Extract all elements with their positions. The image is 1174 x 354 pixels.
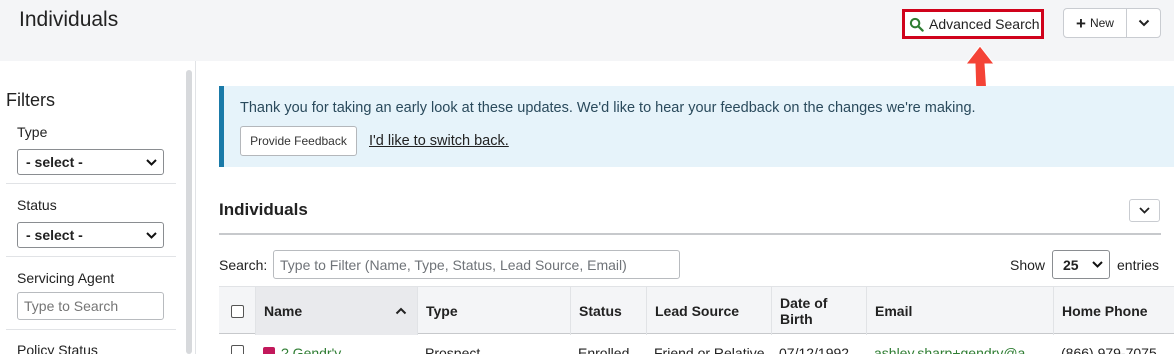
filters-title: Filters [6, 90, 55, 110]
sort-ascending-icon [395, 307, 407, 315]
row-type: Prospect [425, 345, 481, 354]
filter-agent-label: Servicing Agent [17, 270, 115, 286]
column-header-date-of-birth[interactable]: Date of Birth [771, 287, 866, 335]
filter-type-value: - select - [26, 154, 83, 170]
banner-message: Thank you for taking an early look at th… [240, 100, 976, 116]
search-icon [909, 17, 924, 32]
filter-divider [6, 256, 176, 257]
column-header-label: Home Phone [1062, 303, 1148, 319]
chevron-down-icon [146, 231, 157, 239]
column-header-label: Date of Birth [780, 295, 828, 327]
page-size-select[interactable]: 25 [1052, 250, 1110, 279]
column-header-email[interactable]: Email [866, 287, 1053, 335]
row-status: Enrolled [578, 345, 630, 354]
plus-icon: + [1076, 13, 1086, 33]
provide-feedback-button[interactable]: Provide Feedback [240, 126, 357, 156]
row-select-cell [231, 345, 244, 354]
chevron-down-icon [146, 158, 157, 166]
filter-type-select[interactable]: - select - [17, 149, 164, 175]
chevron-down-icon [1139, 207, 1150, 214]
column-header-label: Status [579, 303, 622, 319]
row-lead-source: Friend or Relative [654, 345, 765, 354]
page-title: Individuals [19, 8, 119, 31]
section-collapse-button[interactable] [1129, 199, 1160, 222]
filter-agent-input[interactable] [17, 292, 164, 320]
table-search-input[interactable] [273, 250, 680, 279]
page-size-value: 25 [1063, 256, 1079, 273]
section-title: Individuals [219, 200, 308, 219]
row-home-phone: (866) 979-7075 [1061, 345, 1157, 354]
new-button[interactable]: + New [1064, 9, 1127, 37]
filter-policy-status-label: Policy Status [17, 342, 98, 354]
column-header-name[interactable]: Name [255, 287, 417, 335]
chevron-down-icon [1092, 261, 1103, 268]
show-label: Show [1010, 257, 1046, 273]
filter-status-label: Status [17, 197, 57, 213]
column-header-label: Type [426, 303, 458, 319]
filter-divider [6, 183, 176, 184]
sidebar-divider [195, 61, 196, 354]
feedback-banner: Thank you for taking an early look at th… [219, 86, 1174, 167]
filter-status-select[interactable]: - select - [17, 222, 164, 248]
column-header-type[interactable]: Type [417, 287, 570, 335]
column-header-label: Email [875, 303, 913, 319]
row-name-cell[interactable]: ? Gendr'y [263, 345, 413, 354]
advanced-search-button[interactable]: Advanced Search [902, 9, 1044, 39]
row-name: ? Gendr'y [281, 345, 342, 354]
column-header-lead-source[interactable]: Lead Source [646, 287, 771, 335]
new-label: New [1089, 16, 1114, 30]
entries-label: entries [1117, 257, 1160, 273]
column-header-status[interactable]: Status [570, 287, 646, 335]
new-button-group: + New [1063, 8, 1161, 38]
filter-status-value: - select - [26, 227, 83, 243]
chevron-down-icon [1138, 19, 1149, 27]
filter-type-label: Type [17, 124, 48, 140]
row-email[interactable]: ashley.sharp+gendry@a [874, 345, 1050, 354]
switch-back-link[interactable]: I'd like to switch back. [369, 133, 509, 149]
section-divider [219, 233, 1161, 235]
row-dob: 07/12/1992 [779, 345, 850, 354]
table-search-label: Search: [219, 257, 268, 273]
advanced-search-label: Advanced Search [929, 16, 1040, 32]
record-tag-icon [263, 347, 275, 354]
select-all-cell [219, 287, 255, 335]
new-dropdown-toggle[interactable] [1127, 9, 1160, 37]
column-header-label: Lead Source [655, 303, 740, 319]
column-header-home-phone[interactable]: Home Phone [1053, 287, 1174, 335]
table-header: Name Type Status Lead Source Date of Bir… [219, 286, 1174, 335]
filter-divider [6, 329, 176, 330]
sidebar-scrollbar[interactable] [186, 70, 192, 354]
table-row: ? Gendr'y Prospect Enrolled Friend or Re… [219, 335, 1174, 354]
row-select-checkbox[interactable] [231, 345, 244, 354]
column-header-label: Name [264, 303, 303, 319]
select-all-checkbox[interactable] [230, 304, 244, 318]
